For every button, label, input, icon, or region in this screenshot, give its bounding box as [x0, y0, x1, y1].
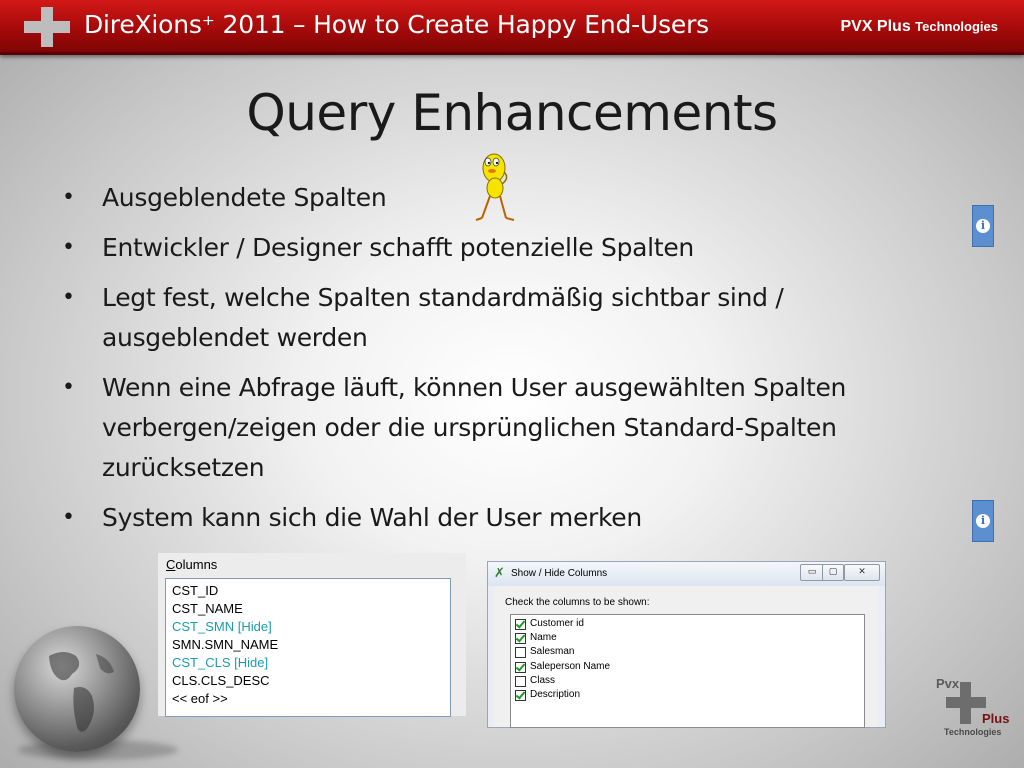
- bullet-dot: •: [62, 375, 75, 400]
- bullet-text: Entwickler / Designer schafft potenziell…: [102, 233, 694, 262]
- bullet-text: System kann sich die Wahl der User merke…: [102, 503, 642, 532]
- bullet-dot: •: [62, 235, 75, 260]
- plus-logo-icon: [24, 7, 70, 47]
- column-item[interactable]: CST_ID: [172, 583, 218, 598]
- columns-listbox[interactable]: CST_ID CST_NAME CST_SMN [Hide] SMN.SMN_N…: [165, 578, 451, 717]
- column-item[interactable]: SMN.SMN_NAME: [172, 637, 278, 652]
- info-button[interactable]: i: [972, 205, 994, 247]
- show-hide-columns-dialog: ✗ Show / Hide Columns ▭ ▢ ✕ Check the co…: [487, 561, 886, 728]
- pvx-plus-logo: Pvx Plus Technologies: [936, 676, 1010, 737]
- info-icon: i: [976, 514, 990, 528]
- bullet-list: • Ausgeblendete Spalten • Entwickler / Des…: [62, 178, 962, 548]
- checkbox-unchecked[interactable]: [515, 676, 526, 687]
- bullet-item: • Ausgeblendete Spalten: [62, 178, 962, 218]
- globe-icon: [14, 626, 140, 752]
- bullet-dot: •: [62, 185, 75, 210]
- maximize-button[interactable]: ▢: [822, 564, 844, 581]
- dialog-prompt: Check the columns to be shown:: [505, 597, 650, 608]
- column-item-eof[interactable]: << eof >>: [172, 691, 228, 706]
- app-icon: ✗: [494, 566, 505, 581]
- bullet-text: Legt fest, welche Spalten standardmäßig …: [102, 283, 784, 352]
- checkbox-unchecked[interactable]: [515, 647, 526, 658]
- columns-checklist: Customer id Name Salesman Saleperson Nam…: [510, 614, 865, 728]
- bullet-item: • Legt fest, welche Spalten standardmäßig…: [62, 278, 902, 358]
- columns-label: Columns: [166, 557, 218, 572]
- bullet-item: • Wenn eine Abfrage läuft, können User au…: [62, 368, 982, 488]
- info-button[interactable]: i: [972, 500, 994, 542]
- checkbox-checked[interactable]: [515, 690, 526, 701]
- brand-main: PVX Plus: [840, 18, 911, 35]
- header-title: DireXions⁺ 2011 – How to Create Happy En…: [84, 10, 709, 39]
- column-item[interactable]: CLS.CLS_DESC: [172, 673, 270, 688]
- slide-title: Query Enhancements: [246, 84, 778, 142]
- brand-sub: Technologies: [915, 19, 998, 34]
- close-button[interactable]: ✕: [844, 564, 880, 581]
- column-item[interactable]: CST_NAME: [172, 601, 243, 616]
- columns-panel: Columns CST_ID CST_NAME CST_SMN [Hide] S…: [158, 553, 466, 717]
- header-brand: PVX Plus Technologies: [840, 18, 998, 36]
- bullet-item: • Entwickler / Designer schafft potenziel…: [62, 228, 962, 268]
- checkbox-checked[interactable]: [515, 619, 526, 630]
- dialog-titlebar: ✗ Show / Hide Columns ▭ ▢ ✕: [488, 562, 885, 586]
- checkbox-checked[interactable]: [515, 662, 526, 673]
- header-bar: DireXions⁺ 2011 – How to Create Happy En…: [0, 0, 1024, 55]
- bullet-text: Ausgeblendete Spalten: [102, 183, 387, 212]
- column-item-hidden[interactable]: CST_SMN [Hide]: [172, 619, 272, 634]
- bullet-dot: •: [62, 285, 75, 310]
- minimize-button[interactable]: ▭: [800, 564, 824, 581]
- bullet-item: • System kann sich die Wahl der User merk…: [62, 498, 962, 538]
- info-icon: i: [976, 219, 990, 233]
- dialog-title: Show / Hide Columns: [511, 568, 608, 579]
- bullet-text: Wenn eine Abfrage läuft, können User aus…: [102, 373, 847, 482]
- column-item-hidden[interactable]: CST_CLS [Hide]: [172, 655, 268, 670]
- bullet-dot: •: [62, 505, 75, 530]
- checkbox-checked[interactable]: [515, 633, 526, 644]
